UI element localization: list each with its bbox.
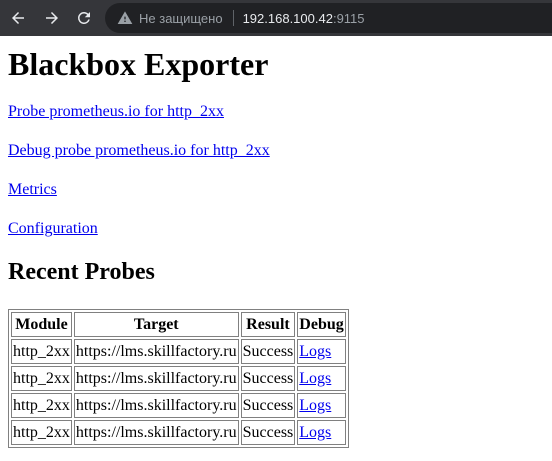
probe-link[interactable]: Probe prometheus.io for http_2xx <box>8 103 224 120</box>
debug-cell: Logs <box>297 420 346 445</box>
logs-link[interactable]: Logs <box>299 343 331 360</box>
debug-cell: Logs <box>297 393 346 418</box>
configuration-link[interactable]: Configuration <box>8 220 98 237</box>
table-header-row: Module Target Result Debug <box>11 312 346 337</box>
column-header-debug: Debug <box>297 312 346 337</box>
column-header-result: Result <box>240 312 296 337</box>
link-paragraph: Configuration <box>8 219 544 238</box>
debug-probe-link[interactable]: Debug probe prometheus.io for http_2xx <box>8 142 270 159</box>
debug-cell: Logs <box>297 339 346 364</box>
target-cell: https://lms.skillfactory.ru <box>73 420 239 445</box>
metrics-link[interactable]: Metrics <box>8 181 57 198</box>
reload-button[interactable] <box>73 7 95 29</box>
table-row: http_2xx https://lms.skillfactory.ru Suc… <box>11 366 346 391</box>
table-row: http_2xx https://lms.skillfactory.ru Suc… <box>11 393 346 418</box>
result-cell: Success <box>240 366 296 391</box>
column-header-target: Target <box>73 312 239 337</box>
logs-link[interactable]: Logs <box>299 424 331 441</box>
result-cell: Success <box>240 393 296 418</box>
module-cell: http_2xx <box>11 366 72 391</box>
result-cell: Success <box>240 420 296 445</box>
arrow-right-icon <box>46 12 58 24</box>
forward-button[interactable] <box>41 7 63 29</box>
arrow-left-icon <box>12 12 24 24</box>
result-cell: Success <box>240 339 296 364</box>
reload-icon <box>77 11 90 24</box>
table-row: http_2xx https://lms.skillfactory.ru Suc… <box>11 339 346 364</box>
url-host[interactable]: 192.168.100.42 <box>243 11 333 26</box>
url-port[interactable]: :9115 <box>333 11 365 26</box>
address-separator <box>232 10 234 26</box>
logs-link[interactable]: Logs <box>299 397 331 414</box>
table-row: http_2xx https://lms.skillfactory.ru Suc… <box>11 420 346 445</box>
target-cell: https://lms.skillfactory.ru <box>73 393 239 418</box>
logs-link[interactable]: Logs <box>299 370 331 387</box>
target-cell: https://lms.skillfactory.ru <box>73 366 239 391</box>
link-paragraph: Metrics <box>8 180 544 199</box>
back-button[interactable] <box>7 7 29 29</box>
page-content: Blackbox Exporter Probe prometheus.io fo… <box>0 46 552 448</box>
debug-cell: Logs <box>297 366 346 391</box>
column-header-module: Module <box>11 312 72 337</box>
browser-toolbar: Не защищено 192.168.100.42:9115 <box>0 0 552 36</box>
page-title: Blackbox Exporter <box>8 46 269 82</box>
security-label[interactable]: Не защищено <box>139 11 223 26</box>
warning-triangle-icon[interactable] <box>117 10 133 26</box>
link-paragraph: Probe prometheus.io for http_2xx <box>8 102 544 121</box>
link-paragraph: Debug probe prometheus.io for http_2xx <box>8 141 544 160</box>
module-cell: http_2xx <box>11 420 72 445</box>
recent-probes-heading: Recent Probes <box>8 259 155 285</box>
module-cell: http_2xx <box>11 339 72 364</box>
module-cell: http_2xx <box>11 393 72 418</box>
target-cell: https://lms.skillfactory.ru <box>73 339 239 364</box>
recent-probes-table: Module Target Result Debug http_2xx http… <box>8 309 349 448</box>
address-bar[interactable]: Не защищено 192.168.100.42:9115 <box>105 3 552 33</box>
